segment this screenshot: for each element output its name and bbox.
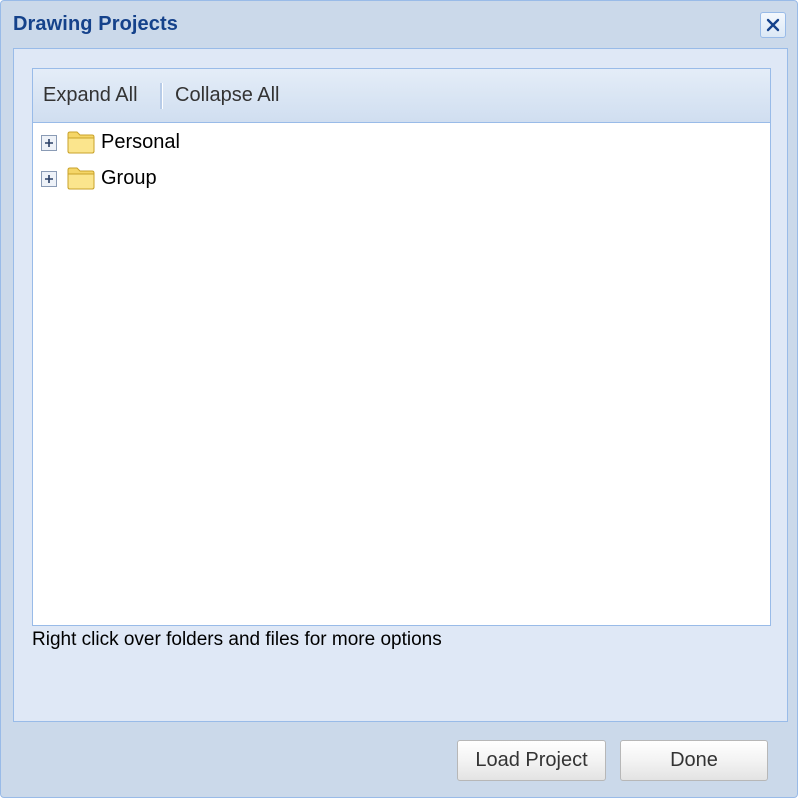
done-button[interactable]: Done xyxy=(620,740,768,781)
tree-node-label: Group xyxy=(101,167,157,189)
close-button[interactable] xyxy=(760,12,786,38)
tree-node-personal[interactable]: Personal xyxy=(41,127,341,157)
dialog-titlebar[interactable]: Drawing Projects xyxy=(1,1,797,47)
folder-icon xyxy=(67,166,95,190)
tree-toolbar: Expand All Collapse All xyxy=(33,69,770,123)
folder-icon xyxy=(67,130,95,154)
tree-node-label: Personal xyxy=(101,131,180,153)
expand-all-button[interactable]: Expand All xyxy=(43,84,138,107)
dialog-body: Expand All Collapse All Personal Group R… xyxy=(13,48,788,722)
tree-node-group[interactable]: Group xyxy=(41,163,341,193)
close-icon xyxy=(766,18,780,32)
drawing-projects-dialog: Drawing Projects Expand All Collapse All xyxy=(0,0,798,798)
project-tree-panel: Expand All Collapse All Personal Group xyxy=(32,68,771,626)
dialog-title: Drawing Projects xyxy=(13,13,178,35)
expand-plus-icon[interactable] xyxy=(41,171,57,187)
hint-text: Right click over folders and files for m… xyxy=(32,629,442,650)
toolbar-separator xyxy=(160,83,163,109)
collapse-all-button[interactable]: Collapse All xyxy=(175,84,280,107)
expand-plus-icon[interactable] xyxy=(41,135,57,151)
load-project-button[interactable]: Load Project xyxy=(457,740,606,781)
